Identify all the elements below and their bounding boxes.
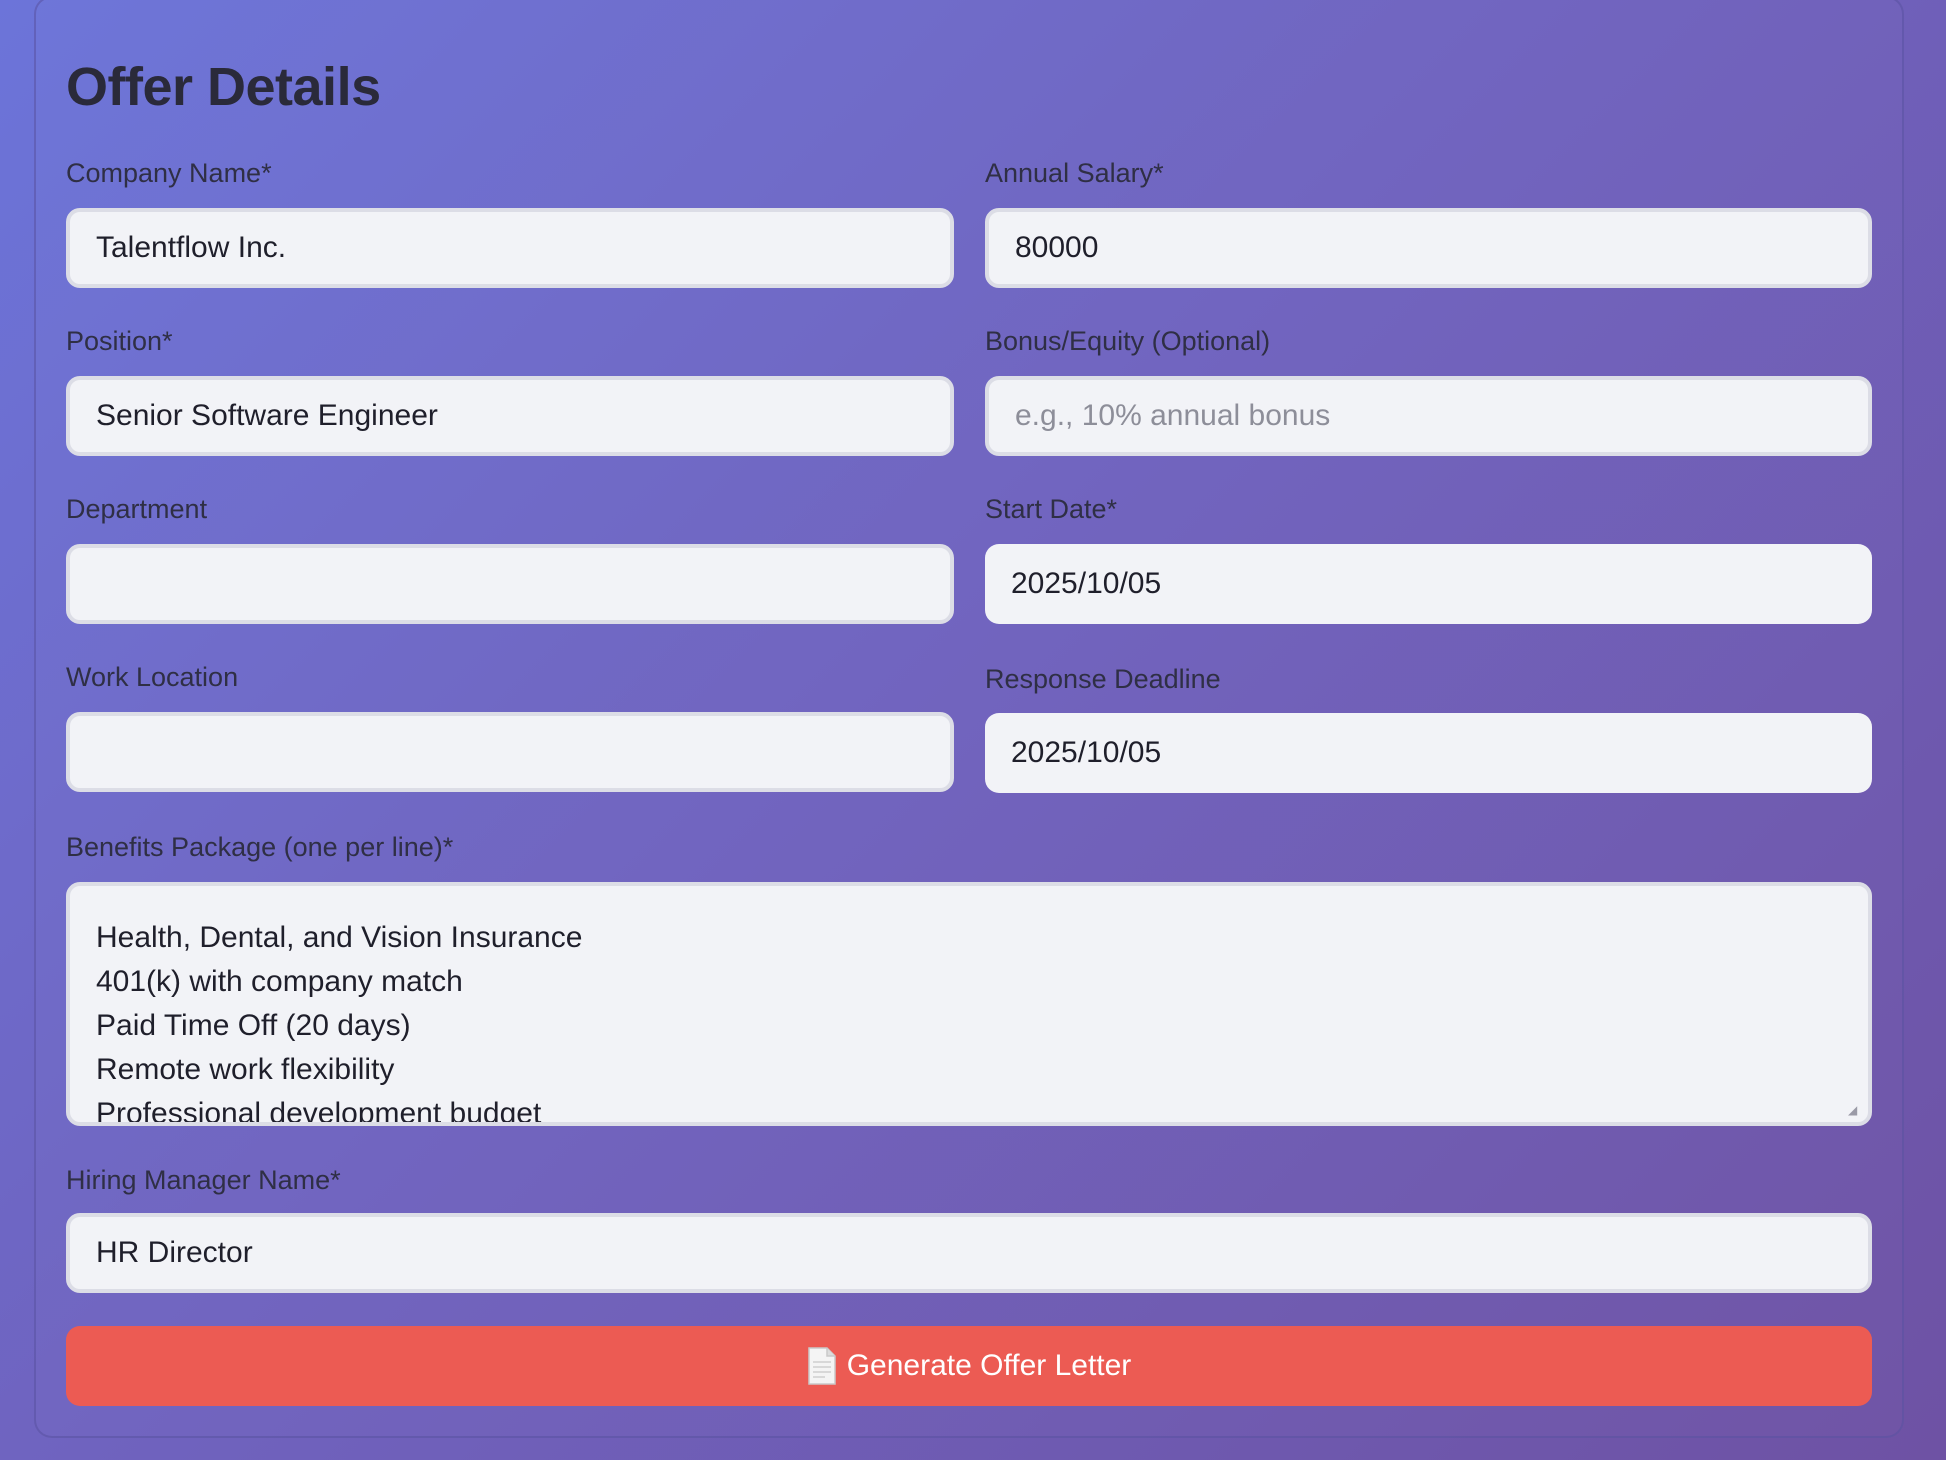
start-date-input[interactable]: 2025/10/05 <box>985 544 1872 624</box>
generate-offer-letter-label: Generate Offer Letter <box>846 1349 1132 1382</box>
page-title: Offer Details <box>66 57 381 117</box>
bonus-equity-input[interactable] <box>985 376 1872 456</box>
start-date-value: 2025/10/05 <box>1011 567 1162 600</box>
department-label: Department <box>66 494 208 524</box>
benefit-line: Professional development budget <box>96 1097 542 1126</box>
benefits-package-label: Benefits Package (one per line)* <box>66 832 454 862</box>
department-input[interactable] <box>66 544 954 624</box>
document-icon <box>807 1347 837 1385</box>
annual-salary-label: Annual Salary* <box>985 158 1164 188</box>
benefit-line: 401(k) with company match <box>96 965 463 998</box>
response-deadline-value: 2025/10/05 <box>1011 736 1162 769</box>
bonus-equity-label: Bonus/Equity (Optional) <box>985 326 1271 356</box>
hiring-manager-input[interactable] <box>66 1213 1872 1293</box>
work-location-label: Work Location <box>66 662 239 692</box>
position-input[interactable] <box>66 376 954 456</box>
annual-salary-input[interactable] <box>985 208 1872 288</box>
generate-offer-letter-button[interactable]: Generate Offer Letter <box>66 1326 1872 1406</box>
position-label: Position* <box>66 326 173 356</box>
work-location-input[interactable] <box>66 712 954 792</box>
company-name-input[interactable] <box>66 208 954 288</box>
benefit-line: Paid Time Off (20 days) <box>96 1009 411 1042</box>
response-deadline-label: Response Deadline <box>985 664 1221 694</box>
benefits-package-textarea[interactable]: Health, Dental, and Vision Insurance 401… <box>66 882 1872 1126</box>
hiring-manager-label: Hiring Manager Name* <box>66 1165 341 1195</box>
response-deadline-input[interactable]: 2025/10/05 <box>985 713 1872 793</box>
benefit-line: Health, Dental, and Vision Insurance <box>96 921 583 954</box>
company-name-label: Company Name* <box>66 158 272 188</box>
start-date-label: Start Date* <box>985 494 1118 524</box>
resize-handle-icon[interactable]: ◢ <box>1848 1104 1860 1116</box>
benefit-line: Remote work flexibility <box>96 1053 395 1086</box>
